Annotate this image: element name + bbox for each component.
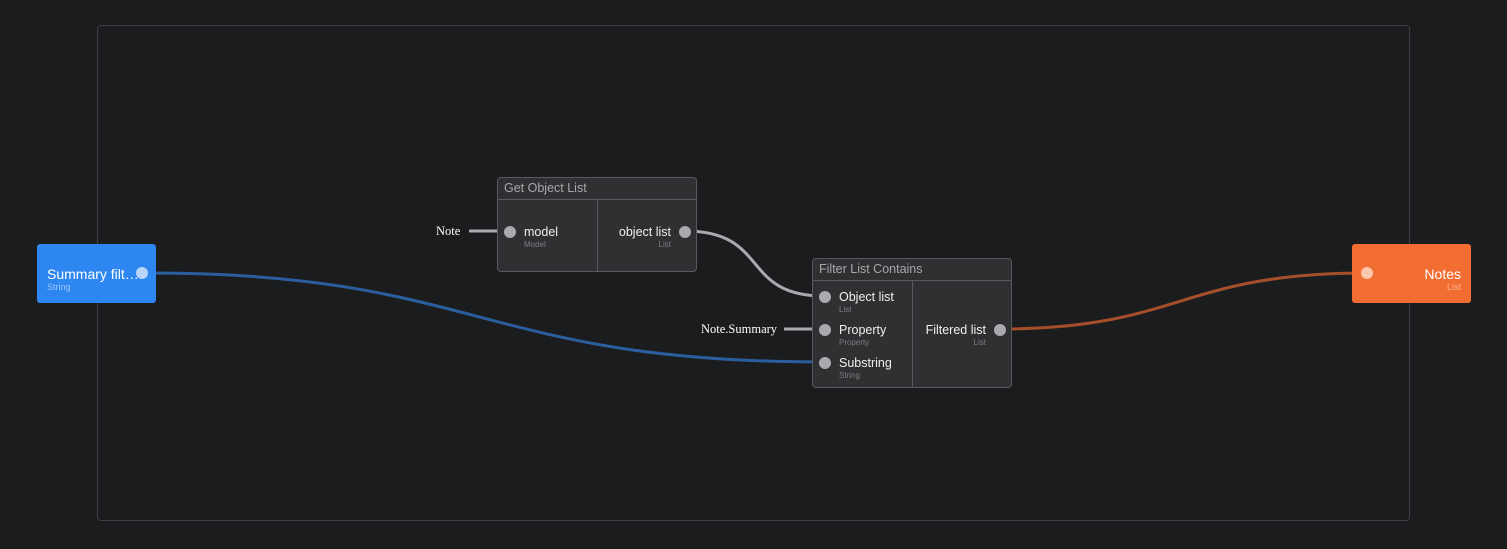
pin-label: model — [524, 225, 559, 239]
node-header[interactable]: Filter List Contains — [813, 259, 1011, 281]
output-node-type: List — [1446, 282, 1461, 292]
pin-label: Object list — [839, 290, 894, 304]
pin-filtered-list[interactable]: Filtered list List — [916, 323, 1006, 351]
pin-label: Property — [839, 323, 887, 337]
pin-type: List — [973, 338, 986, 347]
pin-dot[interactable] — [994, 324, 1006, 336]
node-body: Object list List Property Property Subst… — [813, 281, 1011, 387]
node-divider — [912, 281, 913, 387]
constant-model-value[interactable]: Note — [436, 224, 460, 239]
component-frame — [97, 25, 1410, 521]
input-node-summary-filter[interactable]: Summary filt… String — [37, 244, 156, 303]
output-port-dot[interactable] — [136, 267, 148, 279]
pin-dot[interactable] — [504, 226, 516, 238]
pin-type: String — [839, 371, 860, 380]
pin-dot[interactable] — [819, 291, 831, 303]
pin-type: Model — [524, 240, 546, 249]
pin-dot[interactable] — [679, 226, 691, 238]
pin-object-list[interactable]: Object list List — [819, 290, 909, 318]
pin-model[interactable]: model Model — [504, 225, 594, 253]
pin-type: Property — [839, 338, 870, 347]
pin-property[interactable]: Property Property — [819, 323, 909, 351]
pin-object-list[interactable]: object list List — [601, 225, 691, 253]
pin-label: Filtered list — [925, 323, 986, 337]
pin-type: List — [658, 240, 671, 249]
pin-substring[interactable]: Substring String — [819, 356, 909, 384]
output-node-notes[interactable]: Notes List — [1352, 244, 1471, 303]
node-divider — [597, 200, 598, 271]
constant-property-value[interactable]: Note.Summary — [701, 322, 777, 337]
node-body: model Model object list List — [498, 200, 696, 271]
output-node-title: Notes — [1424, 266, 1461, 282]
pin-dot[interactable] — [819, 357, 831, 369]
pin-dot[interactable] — [819, 324, 831, 336]
pin-type: List — [839, 305, 852, 314]
node-graph-canvas[interactable]: Summary filt… String Notes List Note Not… — [0, 0, 1507, 549]
pin-label: Substring — [839, 356, 892, 370]
node-get-object-list[interactable]: Get Object List model Model object list … — [497, 177, 697, 272]
pin-label: object list — [618, 225, 671, 239]
input-port-dot[interactable] — [1361, 267, 1373, 279]
node-header[interactable]: Get Object List — [498, 178, 696, 200]
node-filter-list-contains[interactable]: Filter List Contains Object list List Pr… — [812, 258, 1012, 388]
input-node-type: String — [47, 282, 71, 292]
input-node-title: Summary filt… — [47, 266, 139, 282]
